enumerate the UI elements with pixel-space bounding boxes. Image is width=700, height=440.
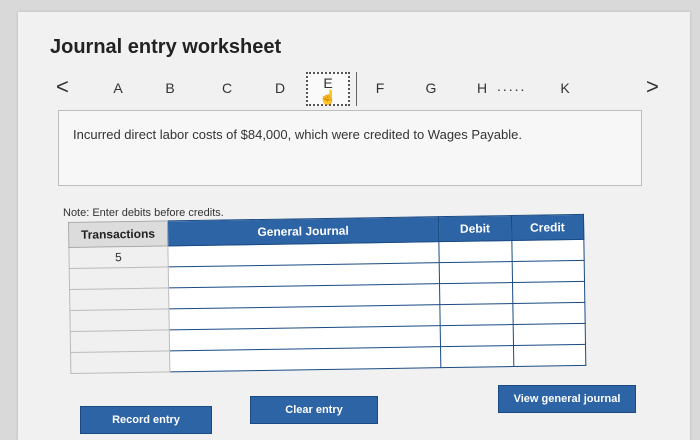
tab-h[interactable]: H (472, 80, 492, 96)
next-arrow-icon[interactable]: > (646, 74, 659, 100)
tab-k[interactable]: K (555, 80, 575, 96)
credit-input[interactable] (511, 239, 584, 262)
transaction-cell (69, 287, 169, 311)
debit-input[interactable] (440, 283, 512, 305)
record-entry-button[interactable]: Record entry (80, 406, 212, 434)
credit-input[interactable] (513, 344, 586, 367)
debit-cell[interactable] (440, 345, 514, 368)
debit-cell[interactable] (439, 261, 513, 284)
debit-cell[interactable] (438, 240, 512, 263)
credit-cell[interactable] (512, 281, 585, 304)
credit-cell[interactable] (511, 260, 585, 283)
debit-cell[interactable] (439, 303, 513, 326)
tab-e[interactable]: E ☝ (306, 72, 350, 106)
transaction-description: Incurred direct labor costs of $84,000, … (73, 127, 522, 142)
account-cell[interactable] (169, 346, 441, 372)
tab-c[interactable]: C (217, 80, 237, 96)
debit-input[interactable] (441, 346, 513, 368)
transaction-number: 5 (68, 245, 168, 269)
page-title: Journal entry worksheet (50, 36, 282, 58)
clear-entry-button[interactable]: Clear entry (250, 396, 378, 424)
account-input[interactable] (169, 326, 441, 351)
credit-cell[interactable] (511, 239, 585, 262)
transaction-description-box: Incurred direct labor costs of $84,000, … (58, 110, 642, 186)
debit-input[interactable] (440, 304, 513, 326)
credit-cell[interactable] (512, 323, 586, 346)
account-input[interactable] (169, 347, 441, 372)
transaction-cell (70, 350, 170, 374)
debit-input[interactable] (440, 325, 513, 347)
credit-cell[interactable] (512, 302, 586, 325)
account-input[interactable] (168, 263, 440, 288)
tab-a[interactable]: A (108, 80, 128, 96)
credit-header: Credit (510, 214, 584, 241)
tab-e-label: E (323, 75, 333, 91)
credit-input[interactable] (512, 302, 585, 325)
account-input[interactable] (168, 284, 440, 309)
journal-table: Transactions General Journal Debit Credi… (68, 214, 586, 374)
credit-input[interactable] (513, 323, 585, 346)
tab-f[interactable]: F (370, 80, 390, 96)
transaction-cell (69, 266, 169, 290)
credit-cell[interactable] (513, 344, 586, 367)
view-general-journal-button[interactable]: View general journal (498, 385, 636, 413)
hand-cursor-icon: ☝ (319, 89, 337, 105)
credit-input[interactable] (512, 260, 584, 283)
debit-cell[interactable] (439, 282, 513, 305)
tab-b[interactable]: B (160, 80, 180, 96)
account-input[interactable] (169, 305, 440, 330)
credit-input[interactable] (512, 281, 585, 304)
transactions-header: Transactions (68, 220, 168, 248)
prev-arrow-icon[interactable]: < (56, 74, 69, 100)
tab-d[interactable]: D (270, 80, 290, 96)
tab-ellipsis: ..... (497, 78, 527, 94)
tab-bar: < A B C D E ☝ F G H ..... K > (0, 72, 700, 106)
debit-input[interactable] (439, 241, 512, 263)
debit-cell[interactable] (440, 324, 514, 347)
account-input[interactable] (168, 242, 439, 267)
debit-header: Debit (438, 215, 512, 242)
transaction-cell (69, 308, 169, 332)
debit-input[interactable] (439, 262, 512, 284)
note-text: Note: Enter debits before credits. (63, 207, 224, 219)
tab-g[interactable]: G (421, 80, 441, 96)
transaction-cell (70, 329, 170, 353)
tab-divider (356, 72, 357, 106)
